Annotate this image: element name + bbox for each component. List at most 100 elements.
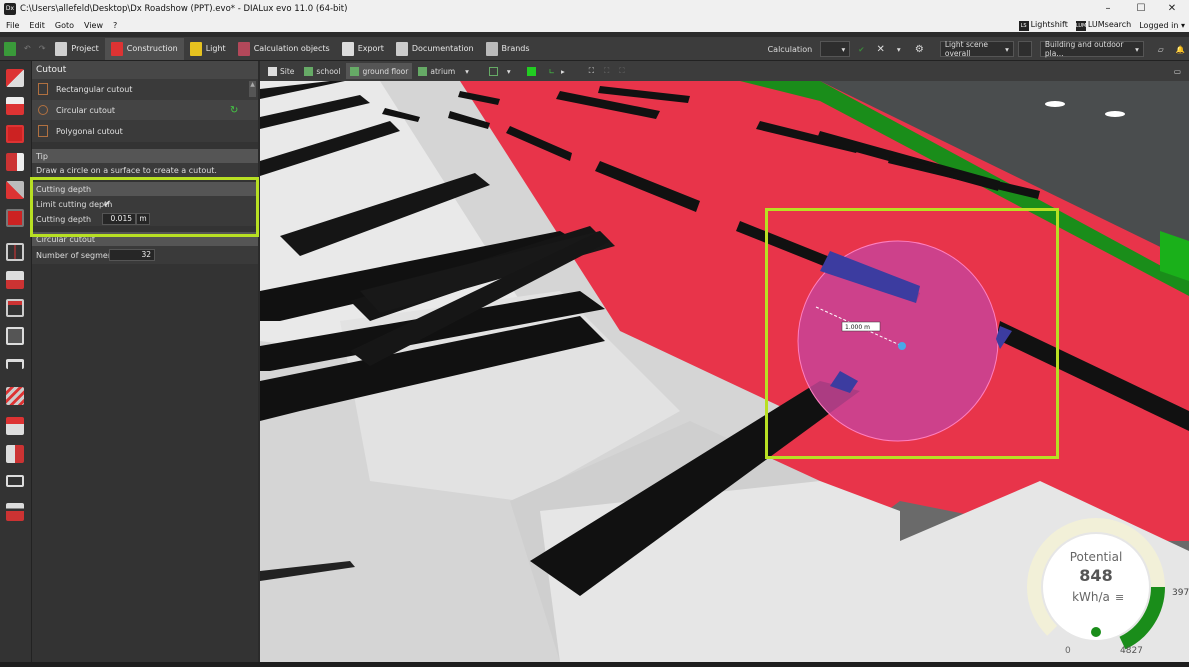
- fill-view-button[interactable]: [523, 63, 543, 79]
- undo-button[interactable]: ↶: [20, 38, 35, 60]
- stairs-tool-icon[interactable]: [6, 417, 24, 435]
- door-tool-icon[interactable]: [6, 243, 24, 261]
- construction-icon: [110, 41, 123, 56]
- close-button[interactable]: ✕: [1157, 0, 1187, 18]
- save-button[interactable]: [0, 38, 20, 60]
- tip-text: Draw a circle on a surface to create a c…: [32, 163, 258, 177]
- view-floor-button[interactable]: ground floor: [346, 63, 413, 79]
- menu-view[interactable]: View: [84, 21, 103, 30]
- fill-icon: [526, 66, 536, 76]
- tab-export[interactable]: Export: [336, 38, 390, 60]
- room-tool-icon[interactable]: [6, 125, 24, 143]
- plane-icon: ▱: [1157, 44, 1164, 54]
- menu-help[interactable]: ?: [113, 21, 117, 30]
- dialux-logo-icon: Dx: [4, 3, 16, 15]
- window-title: C:\Users\allefeld\Desktop\Dx Roadshow (P…: [20, 4, 348, 14]
- repeat-icon[interactable]: ↻: [230, 105, 238, 116]
- calculation-dropdown[interactable]: ▾: [820, 41, 851, 57]
- ceiling-light-2: [1105, 111, 1125, 117]
- storey-tool-icon[interactable]: [6, 153, 24, 171]
- table-tool-icon[interactable]: [6, 359, 24, 369]
- tab-brands[interactable]: Brands: [480, 38, 536, 60]
- lightshift-icon: LS: [1018, 20, 1029, 31]
- zoom-extents-button[interactable]: ⛶: [585, 63, 598, 79]
- view-site-button[interactable]: Site: [264, 63, 298, 79]
- wall-tool-icon[interactable]: [6, 181, 24, 199]
- zoom-selection-button[interactable]: ⛶: [600, 63, 613, 79]
- bell-icon: 🔔: [1175, 44, 1185, 54]
- gauge-side-value: 397: [1172, 588, 1189, 598]
- chevron-down-icon: ▾: [1005, 44, 1009, 54]
- tab-documentation[interactable]: Documentation: [390, 38, 480, 60]
- lumsearch-icon: LUM: [1075, 20, 1087, 31]
- monitor-button[interactable]: ▭: [1170, 63, 1185, 79]
- chevron-down-icon: ▾: [896, 44, 901, 54]
- gauge-max: 4827: [1120, 646, 1143, 656]
- main-toolbar: ↶ ↷ Project Construction Light Calculati…: [0, 37, 1189, 61]
- view-building-button[interactable]: school: [300, 63, 344, 79]
- calculation-objects-icon: [237, 41, 250, 56]
- measure-tool-icon[interactable]: [6, 445, 24, 463]
- view-room-dropdown[interactable]: atrium ▾: [414, 63, 473, 79]
- material-tool-icon[interactable]: [6, 387, 24, 405]
- lightshift-button[interactable]: LS Lightshift: [1018, 20, 1068, 31]
- cancel-calculation-button[interactable]: ✕: [873, 41, 889, 57]
- chevron-down-icon: ▾: [1135, 44, 1139, 54]
- ceiling-light-1: [1045, 101, 1065, 107]
- tab-construction[interactable]: Construction: [104, 37, 184, 60]
- zoom-room-button[interactable]: ⛶: [615, 63, 628, 79]
- maximize-button[interactable]: ☐: [1126, 0, 1156, 18]
- tab-calculation-objects[interactable]: Calculation objects: [232, 38, 336, 60]
- circle-cutout-icon: [38, 105, 48, 115]
- segments-input[interactable]: 32: [109, 249, 155, 261]
- rectangular-cutout-tool[interactable]: Rectangular cutout ▲: [32, 79, 258, 100]
- calc-options-dropdown[interactable]: ▾: [893, 41, 907, 57]
- gauge-min: 0: [1065, 646, 1071, 656]
- rectangle-cutout-icon: [38, 83, 48, 95]
- menu-file[interactable]: File: [6, 21, 19, 30]
- chevron-right-icon: ▸: [560, 66, 565, 76]
- segments-label: Number of segments: [36, 250, 121, 260]
- undo-icon: ↶: [24, 44, 31, 53]
- menu-goto[interactable]: Goto: [55, 21, 74, 30]
- ground-plane-button[interactable]: ▱: [1154, 41, 1168, 57]
- panel-scrollbar[interactable]: ▲: [249, 81, 256, 97]
- circular-cutout-tool[interactable]: Circular cutout ↻: [32, 100, 258, 121]
- list-icon[interactable]: ≡: [1115, 591, 1124, 604]
- redo-button[interactable]: ↷: [35, 38, 50, 60]
- minimize-button[interactable]: –: [1093, 0, 1123, 18]
- view-mode-dropdown[interactable]: ▾: [485, 63, 515, 79]
- circular-cutout-label: Circular cutout: [56, 105, 116, 115]
- leaf-icon: [1091, 627, 1101, 637]
- ladder-tool-icon[interactable]: [6, 503, 24, 521]
- properties-panel: Cutout Rectangular cutout ▲ Circular cut…: [30, 61, 259, 662]
- floor-icon: [350, 66, 360, 76]
- potential-value: 848: [1079, 566, 1112, 585]
- ceiling-tool-icon[interactable]: [6, 299, 24, 317]
- polygonal-cutout-tool[interactable]: Polygonal cutout: [32, 121, 258, 142]
- chevron-down-icon: ▾: [506, 66, 511, 76]
- tab-project[interactable]: Project: [49, 38, 104, 60]
- cutout-tool-icon[interactable]: [6, 209, 24, 227]
- cuboid-tool-icon[interactable]: [6, 327, 24, 345]
- window-tool-icon[interactable]: [6, 271, 24, 289]
- logged-in-menu[interactable]: Logged in ▾: [1139, 21, 1185, 30]
- notification-button[interactable]: 🔔: [1172, 41, 1189, 57]
- site-tool-icon[interactable]: [6, 69, 24, 87]
- menu-edit[interactable]: Edit: [29, 21, 45, 30]
- lumsearch-button[interactable]: LUMLUMsearch: [1075, 20, 1131, 31]
- building-dropdown[interactable]: Building and outdoor pla... ▾: [1039, 40, 1144, 58]
- potential-label: Potential: [1070, 550, 1123, 564]
- light-icon: [189, 41, 202, 56]
- tab-light[interactable]: Light: [184, 38, 232, 60]
- calculate-start-button[interactable]: ✔: [854, 41, 868, 57]
- light-scene-dropdown[interactable]: Light scene overall ▾: [939, 40, 1014, 58]
- building-tool-icon[interactable]: [6, 97, 24, 115]
- cutting-depth-highlight: [30, 177, 259, 237]
- cutout-highlight: [765, 208, 1059, 459]
- floor-plan-dropdown[interactable]: ∟ ▸: [545, 63, 569, 79]
- settings-button[interactable]: ⚙: [911, 41, 928, 57]
- project-icon: [55, 41, 68, 56]
- light-scene-toggle[interactable]: [1017, 41, 1032, 57]
- rectangle-tool-icon[interactable]: [6, 475, 24, 487]
